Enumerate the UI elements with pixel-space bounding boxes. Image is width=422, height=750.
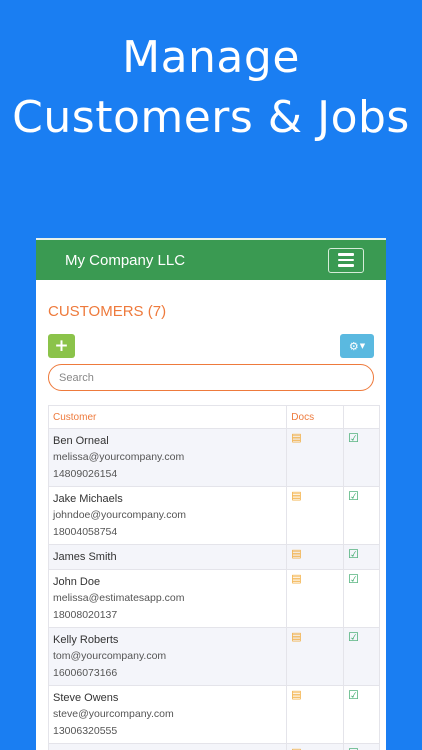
page-title: CUSTOMERS (7) (48, 303, 167, 320)
docs-cell: ▤ (286, 743, 345, 750)
plus-icon: + (54, 336, 69, 356)
edit-cell: ☑ (343, 569, 380, 628)
column-header-customer[interactable]: Customer (47, 405, 288, 429)
docs-cell: ▤ (286, 627, 345, 686)
customer-email: johndoe@yourcompany.com (53, 509, 187, 521)
table-header-row: Customer Docs (47, 405, 380, 429)
customer-cell[interactable]: Kelly Roberts tom@yourcompany.com 16006073… (47, 627, 288, 686)
customer-cell[interactable]: Ben Orneal melissa@yourcompany.com 1480902… (47, 428, 288, 487)
edit-cell: ☑ (343, 486, 380, 545)
app-bar: My Company LLC (36, 238, 386, 280)
table-row[interactable]: Tracy Owens▤☑ (47, 743, 380, 750)
document-icon[interactable]: ▤ (291, 689, 301, 701)
promo-headline: Manage Customers & Jobs (0, 28, 422, 148)
customer-name: Steve Owens (53, 692, 119, 704)
customer-name: James Smith (53, 551, 117, 563)
customer-name: Jake Michaels (53, 493, 123, 505)
menu-button[interactable] (328, 247, 364, 273)
customer-phone: 16006073166 (53, 666, 118, 679)
edit-icon[interactable]: ☑ (348, 547, 359, 561)
customer-email: melissa@yourcompany.com (53, 451, 185, 463)
column-header-docs[interactable]: Docs (286, 405, 345, 429)
headline-line-2: Customers & Jobs (12, 92, 410, 143)
edit-cell: ☑ (343, 627, 380, 686)
docs-cell: ▤ (286, 544, 345, 570)
table-row[interactable]: James Smith ▤ ☑ (47, 544, 380, 570)
customer-phone: 18008020137 (53, 608, 118, 621)
column-header-actions (343, 405, 380, 429)
add-customer-button[interactable]: + (48, 334, 75, 358)
document-icon[interactable]: ▤ (291, 490, 301, 502)
customer-cell[interactable]: John Doe melissa@estimatesapp.com 18008020… (47, 569, 288, 628)
document-icon[interactable]: ▤ (291, 432, 301, 444)
docs-cell: ▤ (286, 486, 345, 545)
document-icon[interactable]: ▤ (291, 548, 301, 560)
document-icon[interactable]: ▤ (291, 573, 301, 585)
docs-cell: ▤ (286, 569, 345, 628)
edit-icon[interactable]: ☑ (348, 572, 359, 586)
customer-email: melissa@estimatesapp.com (53, 592, 185, 604)
table-body: Ben Orneal melissa@yourcompany.com 1480902… (47, 428, 380, 750)
headline-line-1: Manage (122, 32, 300, 83)
customer-cell[interactable]: Steve Owens steve@yourcompany.com 13006320… (47, 685, 288, 744)
customer-cell[interactable]: James Smith (47, 544, 288, 570)
search-input[interactable] (59, 371, 363, 384)
customer-email: steve@yourcompany.com (53, 708, 174, 720)
edit-icon[interactable]: ☑ (348, 746, 359, 750)
table-row[interactable]: Ben Orneal melissa@yourcompany.com 1480902… (47, 428, 380, 487)
customer-email: tom@yourcompany.com (53, 650, 167, 662)
gear-icon: ⚙ (348, 339, 359, 353)
brand-title[interactable]: My Company LLC (65, 252, 185, 269)
edit-icon[interactable]: ☑ (348, 630, 359, 644)
table-row[interactable]: Kelly Roberts tom@yourcompany.com 16006073… (47, 627, 380, 686)
document-icon[interactable]: ▤ (291, 631, 301, 643)
caret-down-icon: ▼ (359, 342, 366, 350)
edit-icon[interactable]: ☑ (348, 688, 359, 702)
customer-cell[interactable]: Tracy Owens (47, 743, 288, 750)
edit-cell: ☑ (343, 743, 380, 750)
table-row[interactable]: John Doe melissa@estimatesapp.com 18008020… (47, 569, 380, 628)
customer-table: Customer Docs Ben Orneal melissa@yourcomp… (47, 405, 380, 750)
customer-name: Kelly Roberts (53, 634, 119, 646)
customer-phone: 14809026154 (53, 467, 118, 480)
customer-name: John Doe (53, 576, 101, 588)
docs-cell: ▤ (286, 428, 345, 487)
edit-cell: ☑ (343, 544, 380, 570)
table-row[interactable]: Jake Michaels johndoe@yourcompany.com 1800… (47, 486, 380, 545)
hamburger-icon (338, 253, 354, 256)
edit-icon[interactable]: ☑ (348, 431, 359, 445)
app-screen: My Company LLC CUSTOMERS (7) + ⚙▼ Custom… (36, 238, 386, 750)
main-content: CUSTOMERS (7) + ⚙▼ Customer Docs Ben Orn… (36, 303, 386, 750)
table-row[interactable]: Steve Owens steve@yourcompany.com 13006320… (47, 685, 380, 744)
customer-name: Ben Orneal (53, 435, 109, 447)
customer-cell[interactable]: Jake Michaels johndoe@yourcompany.com 1800… (47, 486, 288, 545)
docs-cell: ▤ (286, 685, 345, 744)
edit-icon[interactable]: ☑ (348, 489, 359, 503)
settings-dropdown-button[interactable]: ⚙ ▼ (340, 334, 374, 358)
edit-cell: ☑ (343, 428, 380, 487)
customer-phone: 13006320555 (53, 724, 118, 737)
edit-cell: ☑ (343, 685, 380, 744)
search-field[interactable] (48, 364, 374, 391)
customer-phone: 18004058754 (53, 525, 118, 538)
toolbar: + ⚙ ▼ (48, 334, 374, 358)
